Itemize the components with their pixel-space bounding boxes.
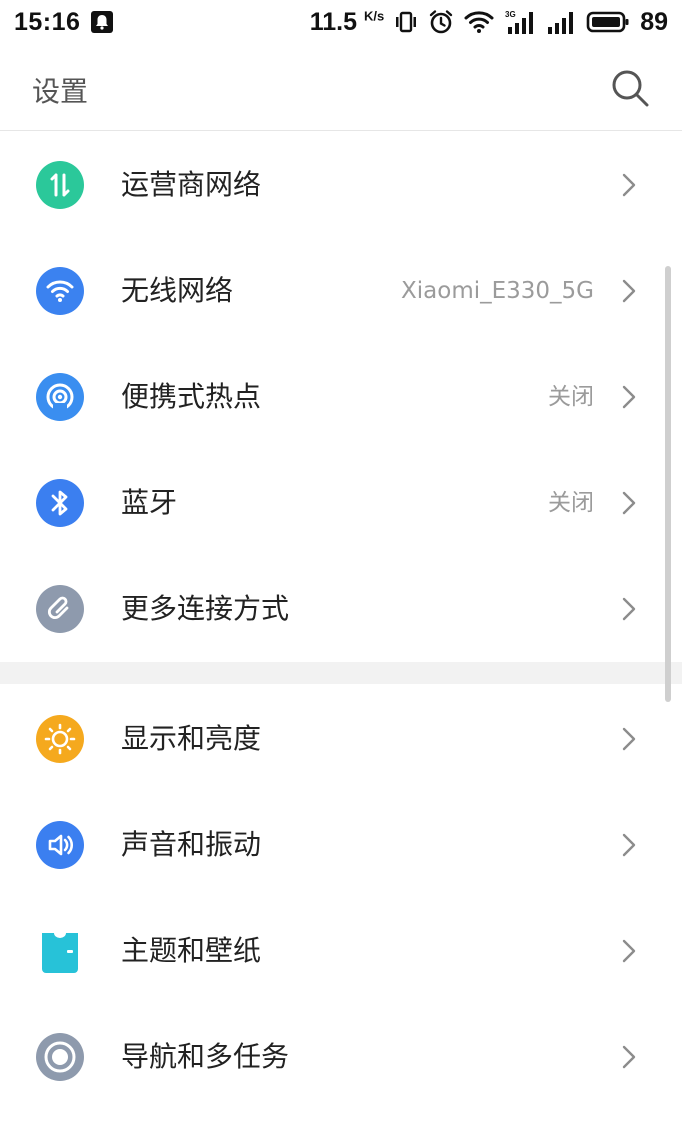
- chevron-right-icon: [622, 173, 636, 197]
- search-button[interactable]: [606, 64, 654, 112]
- navigation-icon: [36, 1033, 84, 1081]
- settings-item-carrier-network[interactable]: 运营商网络: [0, 132, 682, 238]
- section-divider: [0, 662, 682, 684]
- chevron-right-icon: [622, 491, 636, 515]
- settings-item-label: 更多连接方式: [121, 592, 290, 625]
- chevron-right-icon: [622, 597, 636, 621]
- settings-item-label: 声音和振动: [121, 828, 262, 861]
- chevron-right-icon: [622, 385, 636, 409]
- settings-item-label: 显示和亮度: [121, 722, 262, 755]
- network-speed: 11.5 K/s: [309, 7, 385, 36]
- app-header: 设置: [0, 44, 682, 131]
- settings-item-label: 主题和壁纸: [121, 934, 262, 967]
- wifi-status-icon: [464, 10, 494, 34]
- svg-text:3G: 3G: [505, 10, 516, 19]
- chevron-right-icon: [622, 279, 636, 303]
- chevron-right-icon: [622, 939, 636, 963]
- settings-item-value: 关闭: [548, 384, 594, 410]
- scrollbar[interactable]: [665, 266, 671, 702]
- settings-item-display-brightness[interactable]: 显示和亮度: [0, 686, 682, 792]
- notification-bell-icon: [90, 10, 114, 34]
- settings-item-navigation-multitask[interactable]: 导航和多任务: [0, 1004, 682, 1110]
- brightness-icon: [36, 715, 84, 763]
- settings-item-value: Xiaomi_E330_5G: [401, 278, 594, 304]
- bluetooth-icon: [36, 479, 84, 527]
- settings-item-value: 关闭: [548, 490, 594, 516]
- chevron-right-icon: [622, 833, 636, 857]
- battery-level: 89: [640, 7, 668, 36]
- link-icon: [36, 585, 84, 633]
- settings-item-label: 导航和多任务: [121, 1040, 290, 1073]
- settings-item-theme-wallpaper[interactable]: 主题和壁纸: [0, 898, 682, 1004]
- settings-item-label: 蓝牙: [121, 486, 178, 519]
- vibrate-icon: [394, 10, 418, 34]
- carrier-network-icon: [36, 161, 84, 209]
- chevron-right-icon: [622, 727, 636, 751]
- settings-item-bluetooth[interactable]: 蓝牙 关闭: [0, 450, 682, 556]
- chevron-right-icon: [622, 1045, 636, 1069]
- settings-list-personalization: 显示和亮度 声音和振动 主题和壁纸 导航和多任务: [0, 686, 682, 1110]
- wifi-icon: [36, 267, 84, 315]
- settings-item-wifi[interactable]: 无线网络 Xiaomi_E330_5G: [0, 238, 682, 344]
- hotspot-icon: [36, 373, 84, 421]
- battery-icon: [586, 10, 630, 34]
- settings-list-connections: 运营商网络 无线网络 Xiaomi_E330_5G 便携式热点 关闭 蓝牙 关闭…: [0, 132, 682, 662]
- status-time: 15:16: [14, 7, 81, 36]
- settings-item-label: 便携式热点: [121, 380, 262, 413]
- status-bar: 15:16 11.5 K/s 3G 89: [0, 0, 682, 44]
- settings-item-label: 运营商网络: [121, 168, 262, 201]
- settings-item-hotspot[interactable]: 便携式热点 关闭: [0, 344, 682, 450]
- settings-item-sound-vibration[interactable]: 声音和振动: [0, 792, 682, 898]
- theme-icon: [36, 927, 84, 975]
- sound-icon: [36, 821, 84, 869]
- mobile-signal-icon: [546, 9, 576, 35]
- settings-item-more-connections[interactable]: 更多连接方式: [0, 556, 682, 662]
- alarm-icon: [428, 9, 454, 35]
- page-title: 设置: [32, 75, 89, 108]
- search-icon: [612, 70, 649, 107]
- mobile-signal-3g-icon: 3G: [504, 9, 536, 35]
- settings-item-label: 无线网络: [121, 274, 234, 307]
